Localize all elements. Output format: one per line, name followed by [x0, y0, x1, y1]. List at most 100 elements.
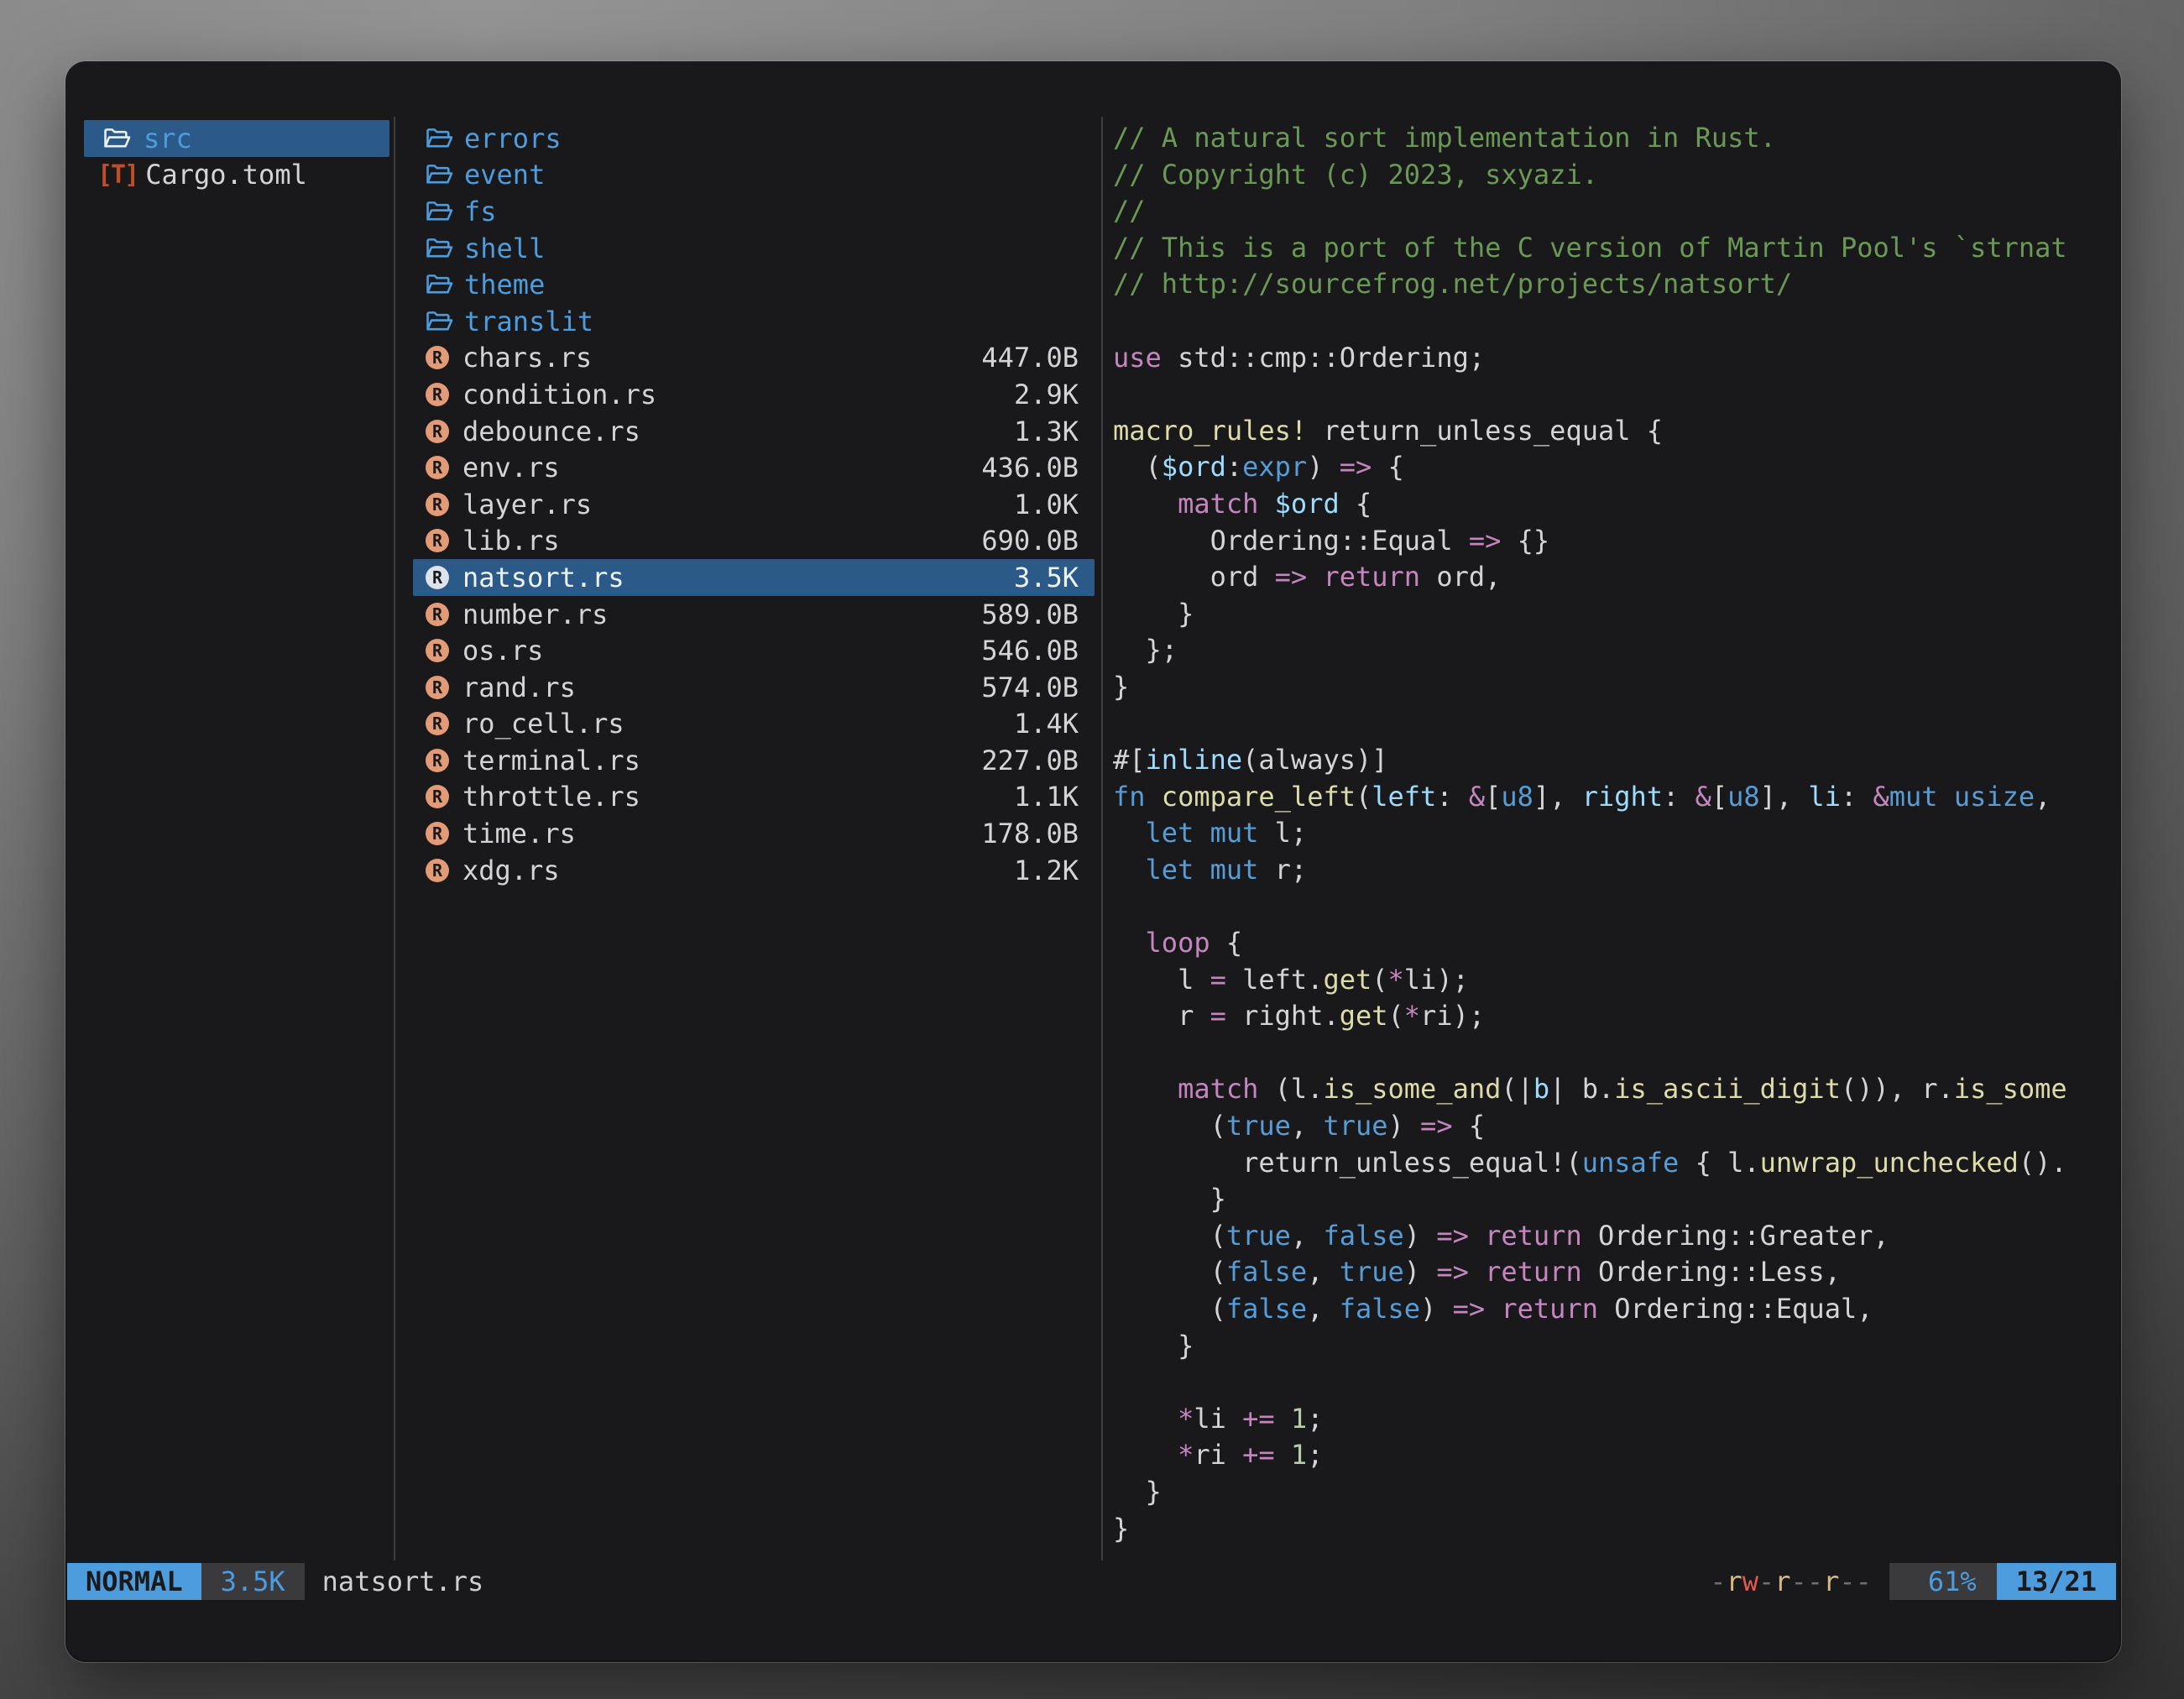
code-line: }: [1113, 1474, 2110, 1511]
file-item-debounce.rs[interactable]: Rdebounce.rs1.3K: [413, 413, 1095, 450]
rust-file-icon: R: [426, 785, 449, 808]
item-size: 3.5K: [1014, 562, 1095, 593]
desktop-background: { "palette": { "accent_blue": "#4D9DDE",…: [0, 0, 2184, 1699]
file-item-ro_cell.rs[interactable]: Rro_cell.rs1.4K: [413, 706, 1095, 743]
rust-file-icon: R: [426, 859, 449, 882]
code-line: (false, false) => return Ordering::Equal…: [1113, 1291, 2110, 1328]
pane-separator: [394, 117, 395, 1560]
code-line: }: [1113, 596, 2110, 633]
item-size: 1.3K: [1014, 416, 1095, 447]
code-line: };: [1113, 632, 2110, 669]
file-item-os.rs[interactable]: Ros.rs 546.0B: [413, 632, 1095, 669]
rust-file-icon: R: [426, 493, 449, 516]
item-label: natsort.rs: [462, 562, 624, 593]
folder-open-icon: [425, 197, 453, 226]
code-line: fn compare_left(left: &[u8], right: &[u8…: [1113, 779, 2110, 816]
code-line: }: [1113, 669, 2110, 706]
current-directory-pane: errors event fs shell theme translitRchars.rs…: [413, 120, 1095, 888]
file-item-condition.rs[interactable]: Rcondition.rs 2.9K: [413, 376, 1095, 413]
code-line: //: [1113, 193, 2110, 230]
pane-separator: [1101, 117, 1103, 1560]
folder-open-icon: [102, 124, 131, 153]
item-label: Cargo.toml: [145, 159, 307, 191]
code-line: let mut l;: [1113, 815, 2110, 852]
file-item-time.rs[interactable]: Rtime.rs 178.0B: [413, 815, 1095, 852]
item-label: src: [144, 123, 192, 154]
folder-open-icon: [425, 160, 453, 189]
file-item-layer.rs[interactable]: Rlayer.rs1.0K: [413, 486, 1095, 523]
file-item-fs[interactable]: fs: [413, 193, 1095, 230]
code-line: }: [1113, 1181, 2110, 1218]
code-line: // http://sourcefrog.net/projects/natsor…: [1113, 266, 2110, 303]
file-item-throttle.rs[interactable]: Rthrottle.rs 1.1K: [413, 779, 1095, 816]
rust-file-icon: R: [426, 639, 449, 662]
item-label: event: [464, 159, 545, 191]
code-line: match $ord {: [1113, 486, 2110, 523]
item-size: 2.9K: [1014, 379, 1095, 410]
item-label: fs: [464, 196, 497, 227]
item-label: throttle.rs: [462, 781, 640, 813]
code-line: }: [1113, 1328, 2110, 1365]
rust-file-icon: R: [426, 603, 449, 626]
file-item-xdg.rs[interactable]: Rxdg.rs1.2K: [413, 852, 1095, 889]
code-line: (true, true) => {: [1113, 1108, 2110, 1145]
toml-file-icon: [T]: [97, 160, 138, 190]
rust-file-icon: R: [426, 456, 449, 479]
item-label: os.rs: [462, 635, 543, 667]
item-label: errors: [464, 123, 562, 154]
file-item-shell[interactable]: shell: [413, 230, 1095, 267]
file-item-errors[interactable]: errors: [413, 120, 1095, 157]
status-bar-left: NORMAL 3.5K natsort.rs: [67, 1563, 483, 1600]
file-item-rand.rs[interactable]: Rrand.rs574.0B: [413, 669, 1095, 706]
code-line: [1113, 303, 2110, 340]
file-item-natsort.rs[interactable]: Rnatsort.rs3.5K: [413, 559, 1095, 596]
item-size: 546.0B: [981, 635, 1095, 667]
code-line: ($ord:expr) => {: [1113, 449, 2110, 486]
file-item-chars.rs[interactable]: Rchars.rs447.0B: [413, 340, 1095, 377]
folder-open-icon: [425, 124, 453, 153]
file-item-translit[interactable]: translit: [413, 303, 1095, 340]
item-label: condition.rs: [462, 379, 656, 410]
item-label: theme: [464, 269, 545, 301]
code-line: (true, false) => return Ordering::Greate…: [1113, 1218, 2110, 1255]
code-line: return_unless_equal!(unsafe { l.unwrap_u…: [1113, 1145, 2110, 1182]
code-line: [1113, 376, 2110, 413]
item-label: debounce.rs: [462, 416, 640, 447]
item-label: shell: [464, 233, 545, 264]
item-size: 1.0K: [1014, 489, 1095, 520]
mode-badge: NORMAL: [67, 1563, 201, 1600]
parent-item-src[interactable]: src: [84, 120, 389, 157]
rust-file-icon: R: [426, 822, 449, 845]
item-label: env.rs: [462, 452, 560, 484]
code-line: Ordering::Equal => {}: [1113, 523, 2110, 560]
code-line: match (l.is_some_and(|b| b.is_ascii_digi…: [1113, 1071, 2110, 1108]
rust-file-icon: R: [426, 529, 449, 552]
item-label: time.rs: [462, 818, 576, 850]
item-label: number.rs: [462, 599, 608, 630]
item-size: 1.1K: [1014, 781, 1095, 813]
code-line: #[inline(always)]: [1113, 742, 2110, 779]
folder-open-icon: [425, 234, 453, 263]
item-label: translit: [464, 306, 593, 337]
cursor-position-badge: 13/21: [1997, 1563, 2116, 1600]
code-line: }: [1113, 1511, 2110, 1548]
file-item-terminal.rs[interactable]: Rterminal.rs227.0B: [413, 742, 1095, 779]
file-item-env.rs[interactable]: Renv.rs436.0B: [413, 449, 1095, 486]
code-line: // A natural sort implementation in Rust…: [1113, 120, 2110, 157]
item-size: 178.0B: [981, 818, 1095, 850]
code-line: r = right.get(*ri);: [1113, 998, 2110, 1035]
status-bar: NORMAL 3.5K natsort.rs -rw-r--r-- 61% 13…: [67, 1563, 2119, 1600]
code-line: [1113, 706, 2110, 743]
status-bar-right: -rw-r--r-- 61% 13/21: [1710, 1563, 2116, 1600]
code-line: loop {: [1113, 925, 2110, 962]
file-item-lib.rs[interactable]: Rlib.rs690.0B: [413, 523, 1095, 560]
parent-item-Cargo.toml[interactable]: [T]Cargo.toml: [84, 157, 389, 194]
code-line: macro_rules! return_unless_equal {: [1113, 413, 2110, 450]
file-item-number.rs[interactable]: Rnumber.rs589.0B: [413, 596, 1095, 633]
status-filename: natsort.rs: [322, 1563, 484, 1600]
code-line: [1113, 888, 2110, 925]
item-label: xdg.rs: [462, 855, 560, 886]
file-item-theme[interactable]: theme: [413, 266, 1095, 303]
rust-file-icon: R: [426, 383, 449, 406]
file-item-event[interactable]: event: [413, 157, 1095, 194]
